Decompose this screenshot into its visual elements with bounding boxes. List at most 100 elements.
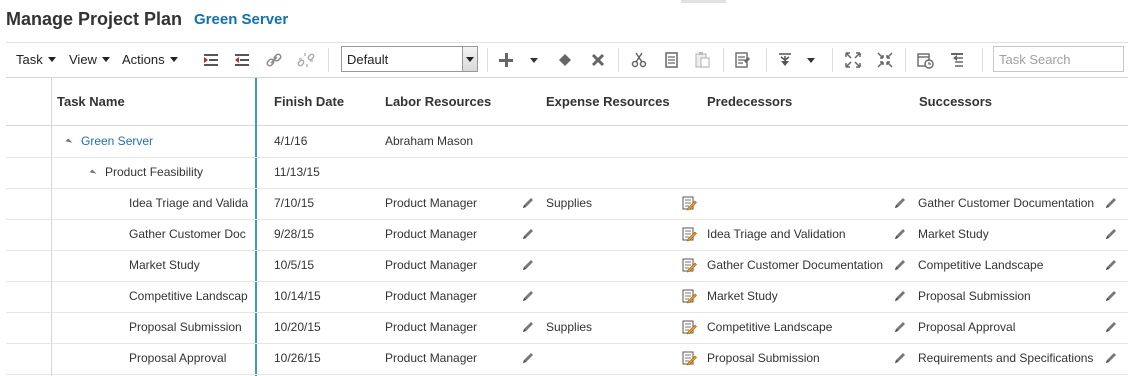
go-to-top-icon[interactable] <box>947 50 967 70</box>
table-row[interactable]: Idea Triage and Valida 7/10/15 Product Man… <box>6 188 1128 220</box>
predecessors-cell: Market Study <box>707 289 778 303</box>
page-header: Manage Project Plan Green Server <box>0 0 1128 40</box>
toolbar-separator <box>328 48 329 72</box>
cut-icon[interactable] <box>629 50 649 70</box>
expense-resources-cell: Supplies <box>546 196 593 210</box>
edit-successors-pencil-icon[interactable] <box>1103 350 1119 366</box>
chevron-down-icon[interactable] <box>524 50 544 70</box>
column-header-expense-resources[interactable]: Expense Resources <box>546 94 670 109</box>
chevron-down-icon <box>47 57 56 62</box>
edit-labor-pencil-icon[interactable] <box>520 350 536 366</box>
link-icon[interactable] <box>264 50 284 70</box>
project-name-link[interactable]: Green Server <box>194 11 288 28</box>
labor-resources-cell: Product Manager <box>385 258 478 272</box>
collapse-all-icon[interactable] <box>875 50 895 70</box>
edit-expense-notepad-icon[interactable] <box>681 350 697 366</box>
finish-date-cell: 10/5/15 <box>274 258 315 272</box>
table-row[interactable]: Market Study 10/5/15 Product Manager Gather… <box>6 250 1128 282</box>
task-grid: Task Name Finish Date Labor Resources Ex… <box>6 78 1128 376</box>
finish-date-cell: 4/1/16 <box>274 134 308 148</box>
schedule-icon[interactable] <box>915 50 935 70</box>
column-header-task-name[interactable]: Task Name <box>57 94 125 109</box>
edit-expense-notepad-icon[interactable] <box>681 195 697 211</box>
edit-successors-pencil-icon[interactable] <box>1103 257 1119 273</box>
finish-date-cell: 7/10/15 <box>274 196 315 210</box>
task-name-cell: Product Feasibility <box>105 165 204 179</box>
edit-successors-pencil-icon[interactable] <box>1103 195 1119 211</box>
edit-expense-notepad-icon[interactable] <box>681 226 697 242</box>
delete-icon[interactable] <box>588 50 608 70</box>
successors-cell: Requirements and Specifications <box>918 351 1094 365</box>
edit-labor-pencil-icon[interactable] <box>520 288 536 304</box>
table-row[interactable]: Product Feasibility 11/13/15 <box>6 157 1128 189</box>
task-name-cell: Proposal Submission <box>129 320 242 334</box>
task-name-cell[interactable]: Green Server <box>81 134 153 148</box>
expand-all-icon[interactable] <box>843 50 863 70</box>
edit-labor-pencil-icon[interactable] <box>520 195 536 211</box>
chevron-down-icon[interactable] <box>462 47 477 71</box>
column-header-successors[interactable]: Successors <box>919 94 992 109</box>
toolbar-separator <box>618 48 619 72</box>
labor-resources-cell: Product Manager <box>385 227 478 241</box>
edit-labor-pencil-icon[interactable] <box>520 319 536 335</box>
table-row[interactable]: Competitive Landscap 10/14/15 Product Mana… <box>6 281 1128 313</box>
task-name-cell: Idea Triage and Valida <box>129 196 249 210</box>
milestone-icon[interactable] <box>555 50 575 70</box>
edit-predecessors-pencil-icon[interactable] <box>892 319 908 335</box>
table-row[interactable]: Gather Customer Doc 9/28/15 Product Manage… <box>6 219 1128 251</box>
column-header-finish-date[interactable]: Finish Date <box>274 94 344 109</box>
toolbar-separator <box>766 48 767 72</box>
column-header-labor-resources[interactable]: Labor Resources <box>385 94 491 109</box>
collapse-triangle-icon[interactable] <box>89 169 97 177</box>
edit-successors-pencil-icon[interactable] <box>1103 288 1119 304</box>
indent-icon[interactable] <box>201 50 221 70</box>
finish-date-cell: 9/28/15 <box>274 227 315 241</box>
view-menu[interactable]: View <box>69 52 110 67</box>
task-name-cell: Market Study <box>129 258 200 272</box>
task-menu[interactable]: Task <box>16 52 56 67</box>
edit-predecessors-pencil-icon[interactable] <box>892 226 908 242</box>
edit-labor-pencil-icon[interactable] <box>520 257 536 273</box>
task-menu-label: Task <box>16 52 43 67</box>
outdent-icon[interactable] <box>232 50 252 70</box>
top-decoration <box>681 0 726 3</box>
properties-icon[interactable] <box>733 50 753 70</box>
paste-icon[interactable] <box>692 50 712 70</box>
edit-expense-notepad-icon[interactable] <box>681 257 697 273</box>
actions-menu[interactable]: Actions <box>122 52 178 67</box>
table-row[interactable]: Proposal Approval 10/26/15 Product Manager… <box>6 343 1128 375</box>
edit-predecessors-pencil-icon[interactable] <box>892 195 908 211</box>
task-name-cell: Competitive Landscap <box>129 289 248 303</box>
edit-successors-pencil-icon[interactable] <box>1103 319 1119 335</box>
toolbar-separator <box>487 48 488 72</box>
edit-expense-notepad-icon[interactable] <box>681 288 697 304</box>
expand-level-icon[interactable] <box>775 50 795 70</box>
predecessors-cell: Gather Customer Documentation <box>707 258 884 272</box>
labor-resources-cell: Abraham Mason <box>385 134 474 148</box>
layout-select-value: Default <box>347 52 389 67</box>
column-header-predecessors[interactable]: Predecessors <box>707 94 792 109</box>
edit-predecessors-pencil-icon[interactable] <box>892 350 908 366</box>
task-search-input[interactable] <box>993 46 1124 72</box>
layout-select[interactable]: Default <box>341 46 478 72</box>
table-row[interactable]: Proposal Submission 10/20/15 Product Manag… <box>6 312 1128 344</box>
finish-date-cell: 10/26/15 <box>274 351 321 365</box>
add-icon[interactable] <box>496 50 516 70</box>
edit-expense-notepad-icon[interactable] <box>681 319 697 335</box>
edit-predecessors-pencil-icon[interactable] <box>892 288 908 304</box>
table-row[interactable]: Green Server 4/1/16 Abraham Mason <box>6 126 1128 158</box>
collapse-triangle-icon[interactable] <box>65 138 73 146</box>
unlink-icon[interactable] <box>296 50 316 70</box>
copy-icon[interactable] <box>661 50 681 70</box>
labor-resources-cell: Product Manager <box>385 351 478 365</box>
successors-cell: Gather Customer Documentation <box>918 196 1095 210</box>
edit-labor-pencil-icon[interactable] <box>520 226 536 242</box>
successors-cell: Competitive Landscape <box>918 258 1044 272</box>
labor-resources-cell: Product Manager <box>385 289 478 303</box>
task-name-cell: Proposal Approval <box>129 351 227 365</box>
chevron-down-icon[interactable] <box>801 50 821 70</box>
edit-successors-pencil-icon[interactable] <box>1103 226 1119 242</box>
predecessors-cell: Proposal Submission <box>707 351 820 365</box>
predecessors-cell: Idea Triage and Validation <box>707 227 846 241</box>
edit-predecessors-pencil-icon[interactable] <box>892 257 908 273</box>
